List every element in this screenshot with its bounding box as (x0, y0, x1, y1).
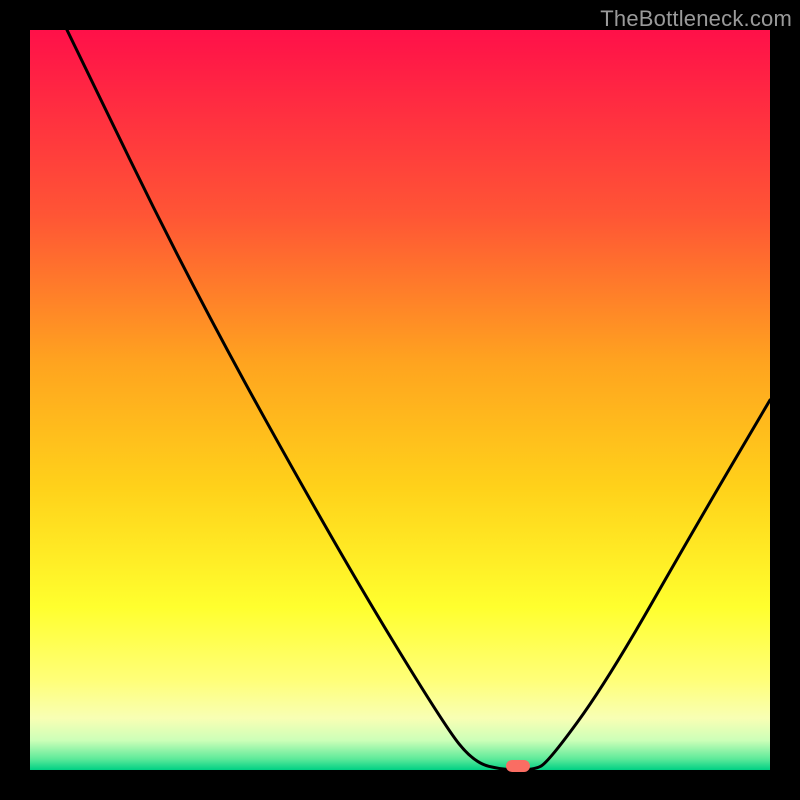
chart-container: TheBottleneck.com (0, 0, 800, 800)
bottleneck-curve (30, 30, 770, 770)
plot-area (30, 30, 770, 770)
watermark-text: TheBottleneck.com (600, 6, 792, 32)
optimal-point-marker (506, 760, 530, 772)
